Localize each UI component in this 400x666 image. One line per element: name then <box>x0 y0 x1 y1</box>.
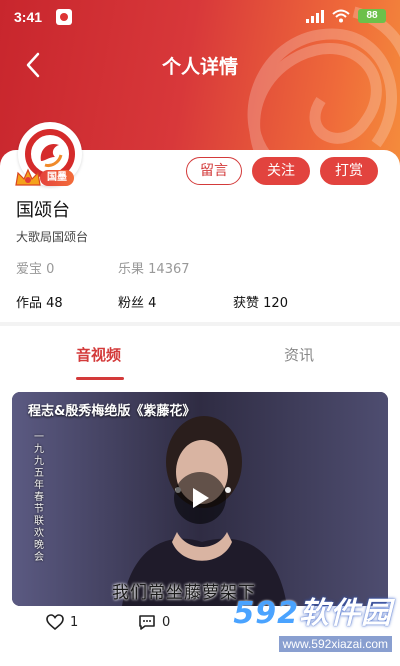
action-buttons: 留言 关注 打赏 <box>186 157 378 185</box>
works-value: 48 <box>46 296 63 311</box>
profile-name: 国颂台 <box>16 200 70 221</box>
fans-stat[interactable]: 粉丝 4 <box>118 292 156 311</box>
likes-label: 获赞 <box>233 296 260 311</box>
play-icon <box>193 488 209 508</box>
watermark-logo: 592软件园 <box>233 596 392 631</box>
works-stat[interactable]: 作品 48 <box>16 292 63 311</box>
aibao-value: 0 <box>46 262 55 277</box>
app-notification-icon <box>56 9 72 25</box>
works-label: 作品 <box>16 296 43 311</box>
like-count: 1 <box>70 614 79 630</box>
status-time: 3:41 <box>14 9 43 25</box>
wifi-icon <box>332 9 350 23</box>
likes-stat[interactable]: 获赞 120 <box>233 292 288 311</box>
leguo-label: 乐果 <box>118 262 145 277</box>
crown-icon <box>15 168 41 186</box>
fans-label: 粉丝 <box>118 296 145 311</box>
section-divider <box>0 322 400 326</box>
tip-button[interactable]: 打赏 <box>320 157 378 185</box>
level-badge: 国墨 <box>40 170 74 186</box>
like-action[interactable]: 1 <box>46 614 78 630</box>
message-button[interactable]: 留言 <box>186 157 242 185</box>
profile-description: 大歌局国颂台 <box>16 230 89 244</box>
tab-audio-video[interactable]: 音视频 <box>76 344 121 365</box>
comment-action[interactable]: 0 <box>138 614 170 630</box>
video-card[interactable]: 程志&殷秀梅绝版《紫藤花》 一九九五年春节联欢晚会 我们常坐藤萝架下 <box>12 392 388 606</box>
heart-icon <box>46 614 64 630</box>
video-overlay-caption: 一九九五年春节联欢晚会 <box>34 432 44 563</box>
leguo-value: 14367 <box>148 262 190 277</box>
play-button[interactable] <box>174 472 226 524</box>
tab-indicator <box>76 377 124 380</box>
site-watermark: 592软件园 www.592xiazai.com <box>196 588 396 664</box>
battery-indicator: 88 <box>358 9 386 23</box>
comment-count: 0 <box>162 614 171 630</box>
status-bar: 3:41 88 <box>0 0 400 34</box>
aibao-label: 爱宝 <box>16 262 43 277</box>
video-title: 程志&殷秀梅绝版《紫藤花》 <box>28 404 196 419</box>
likes-value: 120 <box>263 296 288 311</box>
status-indicators: 88 <box>306 9 386 23</box>
comment-icon <box>139 615 155 630</box>
tab-news[interactable]: 资讯 <box>284 344 314 365</box>
watermark-url: www.592xiazai.com <box>278 636 392 652</box>
signal-icon <box>306 9 324 23</box>
leguo-stat: 乐果 14367 <box>118 258 190 277</box>
page-title: 个人详情 <box>161 56 238 78</box>
follow-button[interactable]: 关注 <box>252 157 310 185</box>
aibao-stat: 爱宝 0 <box>16 258 54 277</box>
fans-value: 4 <box>148 296 157 311</box>
